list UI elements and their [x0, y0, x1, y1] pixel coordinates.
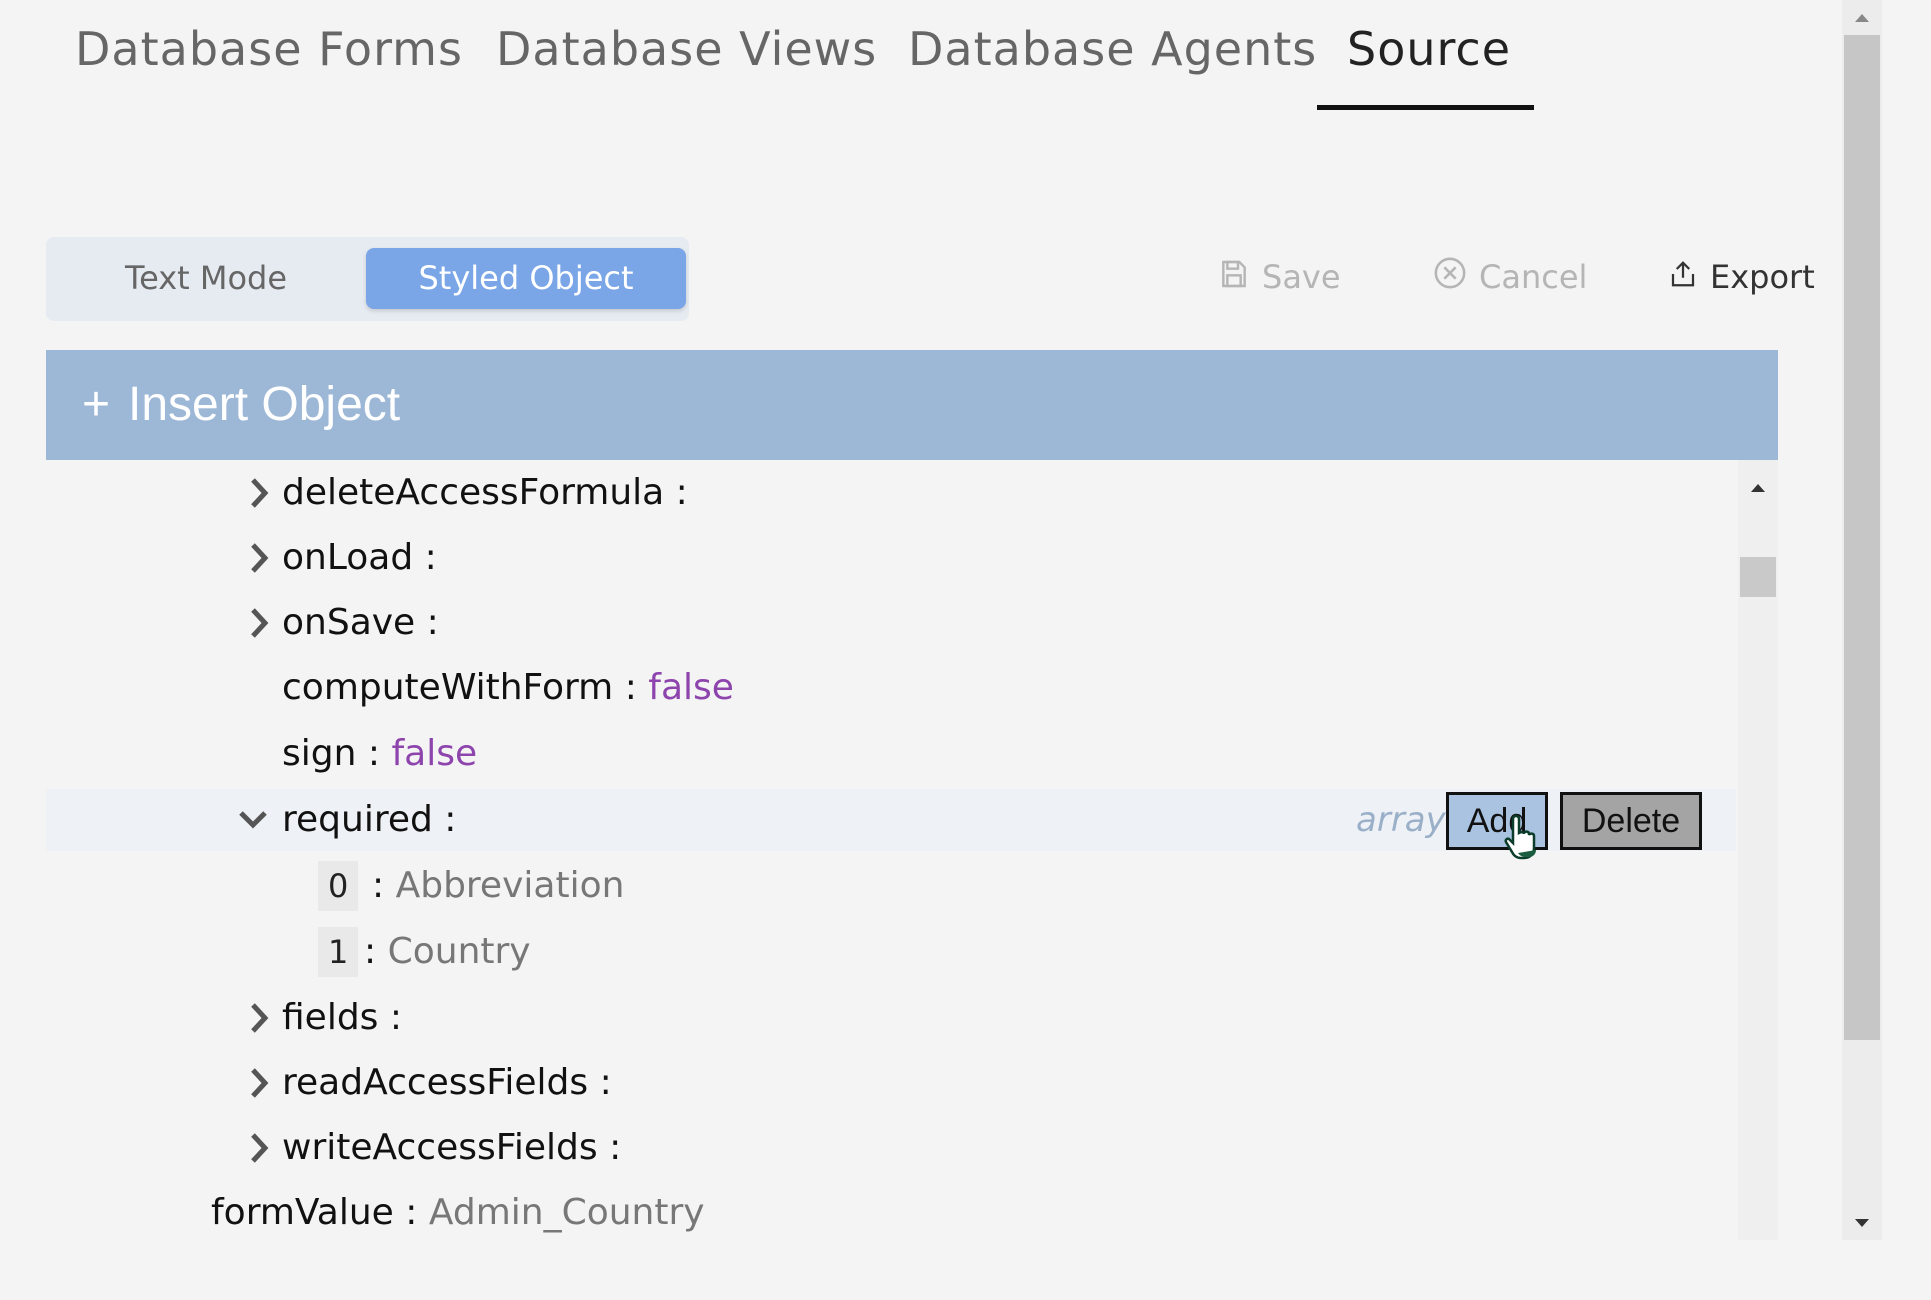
- object-tree: deleteAccessFormula : onLoad : onSave : …: [46, 460, 1778, 1240]
- tree-sep: :: [609, 1127, 622, 1168]
- chevron-right-icon[interactable]: [244, 462, 274, 524]
- tree-value[interactable]: Admin_Country: [429, 1192, 705, 1233]
- tree-value[interactable]: false: [648, 667, 734, 708]
- text-mode-button[interactable]: Text Mode: [46, 248, 366, 309]
- tab-source[interactable]: Source: [1347, 22, 1511, 76]
- tree-sep: :: [624, 667, 637, 708]
- cancel-circle-icon: [1433, 254, 1467, 304]
- tree-index: 0: [318, 861, 359, 911]
- tree-row-onLoad[interactable]: onLoad :: [46, 527, 1736, 589]
- mode-switch: Text Mode Styled Object: [46, 237, 689, 321]
- tab-database-forms[interactable]: Database Forms: [75, 22, 463, 76]
- active-tab-indicator: [1317, 105, 1534, 110]
- tree-scrollbar[interactable]: [1738, 460, 1778, 1240]
- tree-sep: :: [675, 472, 688, 513]
- tree-key: sign: [282, 733, 357, 774]
- tree-key: computeWithForm: [282, 667, 614, 708]
- tree-key: onLoad: [282, 537, 414, 578]
- chevron-down-icon[interactable]: [236, 789, 267, 851]
- styled-object-button[interactable]: Styled Object: [366, 248, 686, 309]
- export-button[interactable]: Export: [1668, 252, 1815, 302]
- tree-row-sign[interactable]: sign : false: [46, 723, 1736, 785]
- chevron-right-icon[interactable]: [244, 592, 274, 654]
- tree-row-onSave[interactable]: onSave :: [46, 592, 1736, 654]
- tree-sep: :: [367, 733, 381, 774]
- tree-scroll-thumb[interactable]: [1740, 557, 1776, 597]
- scroll-up-icon[interactable]: [1854, 8, 1870, 27]
- tree-row-required[interactable]: required : array Add Delete: [46, 789, 1736, 860]
- save-icon: [1218, 254, 1250, 304]
- chevron-right-icon[interactable]: [244, 1052, 274, 1114]
- tree-key: writeAccessFields: [282, 1127, 598, 1168]
- insert-object-label: Insert Object: [128, 378, 401, 431]
- tree-row-index-1[interactable]: 1 : Country: [46, 921, 1736, 983]
- tree-row-formValue[interactable]: formValue : Admin_Country: [46, 1182, 1736, 1240]
- tree-row-index-0[interactable]: 0 : Abbreviation: [46, 855, 1736, 917]
- cancel-button[interactable]: Cancel: [1433, 252, 1587, 302]
- tree-row-writeAccessFields[interactable]: writeAccessFields :: [46, 1117, 1736, 1179]
- tree-row-deleteAccessFormula[interactable]: deleteAccessFormula :: [46, 462, 1736, 524]
- insert-object-button[interactable]: + Insert Object: [46, 350, 1778, 460]
- export-icon: [1668, 254, 1698, 304]
- scroll-up-icon[interactable]: [1750, 478, 1766, 497]
- tree-sep: :: [372, 865, 385, 906]
- tree-key: formValue: [211, 1192, 394, 1233]
- tree-value[interactable]: Abbreviation: [396, 865, 625, 906]
- scroll-down-icon[interactable]: [1854, 1215, 1870, 1234]
- tree-value[interactable]: false: [391, 733, 477, 774]
- tree-sep: :: [405, 1192, 418, 1233]
- tree-sep: :: [364, 931, 377, 972]
- tree-sep: :: [389, 997, 403, 1038]
- type-hint: array: [1356, 800, 1446, 840]
- tab-bar: Database Forms Database Views Database A…: [0, 0, 1830, 115]
- delete-button[interactable]: Delete: [1560, 792, 1702, 850]
- tree-sep: :: [424, 537, 437, 578]
- save-button[interactable]: Save: [1218, 252, 1341, 302]
- save-label: Save: [1262, 258, 1341, 296]
- tree-key: fields: [282, 997, 379, 1038]
- tree-sep: :: [444, 799, 457, 840]
- chevron-right-icon[interactable]: [244, 987, 274, 1049]
- plus-icon: +: [82, 378, 111, 431]
- export-label: Export: [1710, 258, 1815, 296]
- tree-row-fields[interactable]: fields :: [46, 987, 1736, 1049]
- tree-row-readAccessFields[interactable]: readAccessFields :: [46, 1052, 1736, 1114]
- page-scroll-thumb[interactable]: [1844, 35, 1880, 1040]
- page-scrollbar[interactable]: [1842, 0, 1882, 1240]
- tab-database-views[interactable]: Database Views: [496, 22, 877, 76]
- tree-key: required: [282, 799, 433, 840]
- tree-key: deleteAccessFormula: [282, 472, 665, 513]
- tab-database-agents[interactable]: Database Agents: [908, 22, 1317, 76]
- cancel-label: Cancel: [1479, 258, 1588, 296]
- tree-value[interactable]: Country: [388, 931, 531, 972]
- tree-sep: :: [599, 1062, 612, 1103]
- tree-sep: :: [426, 602, 439, 643]
- chevron-right-icon[interactable]: [244, 527, 274, 589]
- tree-index: 1: [318, 927, 359, 977]
- tree-key: onSave: [282, 602, 416, 643]
- tree-row-computeWithForm[interactable]: computeWithForm : false: [46, 657, 1736, 719]
- chevron-right-icon[interactable]: [244, 1117, 274, 1179]
- tree-key: readAccessFields: [282, 1062, 589, 1103]
